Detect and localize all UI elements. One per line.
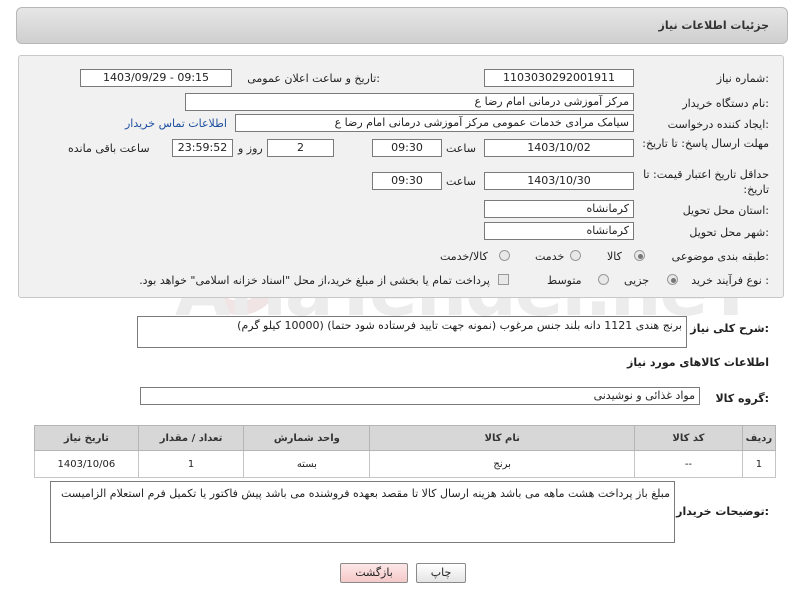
goods-group-label: گروه کالا: — [715, 392, 769, 405]
cell-name: برنج — [369, 450, 636, 478]
days-word: روز و — [238, 142, 263, 155]
requester-label: ایجاد کننده درخواست: — [667, 118, 769, 131]
col-unit: واحد شمارش — [243, 425, 371, 451]
items-table-header: ردیف کد کالا نام کالا واحد شمارش تعداد /… — [34, 425, 777, 451]
category-option-service: خدمت — [535, 250, 565, 263]
treasury-payment-note: پرداخت تمام یا بخشی از مبلغ خرید،از محل … — [139, 274, 490, 287]
cell-row: 1 — [741, 450, 777, 478]
category-radio-both[interactable] — [499, 250, 510, 261]
min-price-label: حداقل تاریخ اعتبار قیمت: تا تاریخ: — [643, 168, 769, 196]
print-button[interactable]: چاپ — [416, 563, 466, 583]
city-field: کرمانشاه — [484, 222, 634, 240]
purchase-option-medium: متوسط — [547, 274, 582, 287]
cell-date: 1403/10/06 — [34, 450, 139, 478]
requester-field: سیامک مرادی خدمات عمومی مرکز آموزشی درما… — [235, 114, 634, 132]
min-price-time-word: ساعت — [446, 175, 476, 188]
min-price-time-field: 09:30 — [372, 172, 442, 190]
need-number-label: شماره نیاز: — [716, 72, 769, 85]
col-row: ردیف — [741, 425, 777, 451]
announce-field: 1403/09/29 - 09:15 — [80, 69, 232, 87]
cell-qty: 1 — [137, 450, 245, 478]
col-code: کد کالا — [634, 425, 743, 451]
buyer-org-field: مرکز آموزشی درمانی امام رضا ع — [185, 93, 634, 111]
buyer-org-label: نام دستگاه خریدار: — [682, 97, 769, 110]
category-label: طبقه بندی موضوعی: — [671, 250, 769, 263]
buyer-notes-label: توضیحات خریدار: — [676, 505, 769, 518]
province-label: استان محل تحویل: — [682, 204, 769, 217]
items-table: ردیف کد کالا نام کالا واحد شمارش تعداد /… — [34, 425, 777, 478]
days-field: 2 — [267, 139, 334, 157]
col-name: نام کالا — [369, 425, 636, 451]
category-option-goods: کالا — [607, 250, 622, 263]
back-button[interactable]: بازگشت — [340, 563, 408, 583]
goods-group-field: مواد غذائی و نوشیدنی — [140, 387, 700, 405]
description-label: شرح کلی نیاز: — [690, 322, 769, 335]
col-qty: تعداد / مقدار — [137, 425, 245, 451]
province-field: کرمانشاه — [484, 200, 634, 218]
purchase-radio-medium[interactable] — [598, 274, 609, 285]
need-number-field: 1103030292001911 — [484, 69, 634, 87]
deadline-date-field: 1403/10/02 — [484, 139, 634, 157]
treasury-payment-checkbox[interactable] — [498, 274, 509, 285]
purchase-radio-minor[interactable] — [667, 274, 678, 285]
cell-unit: بسته — [243, 450, 371, 478]
deadline-time-field: 09:30 — [372, 139, 442, 157]
col-date: تاریخ نیاز — [34, 425, 139, 451]
cell-code: -- — [634, 450, 743, 478]
deadline-label: مهلت ارسال پاسخ: تا تاریخ: — [642, 137, 769, 150]
category-radio-goods[interactable] — [634, 250, 645, 261]
page-title: جزئیات اطلاعات نیاز — [658, 19, 770, 32]
description-field: برنج هندی 1121 دانه بلند جنس مرغوب (نمون… — [137, 316, 687, 348]
min-price-date-field: 1403/10/30 — [484, 172, 634, 190]
city-label: شهر محل تحویل: — [689, 226, 769, 239]
buyer-notes-field: مبلغ باز پرداخت هشت ماهه می باشد هزینه ا… — [50, 481, 675, 543]
remaining-time-field: 23:59:52 — [172, 139, 233, 157]
remaining-word: ساعت باقی مانده — [68, 142, 150, 155]
purchase-option-minor: جزیی — [624, 274, 650, 287]
buyer-contact-link[interactable]: اطلاعات تماس خریدار — [125, 117, 227, 130]
page-header: جزئیات اطلاعات نیاز — [16, 7, 788, 44]
purchase-type-label: نوع فرآیند خرید : — [691, 274, 769, 287]
table-row: 1 -- برنج بسته 1 1403/10/06 — [34, 450, 777, 478]
deadline-time-word: ساعت — [446, 142, 476, 155]
category-option-both: کالا/خدمت — [440, 250, 488, 263]
goods-info-title: اطلاعات کالاهای مورد نیاز — [627, 356, 769, 369]
announce-label: تاریخ و ساعت اعلان عمومی: — [247, 72, 380, 85]
category-radio-service[interactable] — [570, 250, 581, 261]
